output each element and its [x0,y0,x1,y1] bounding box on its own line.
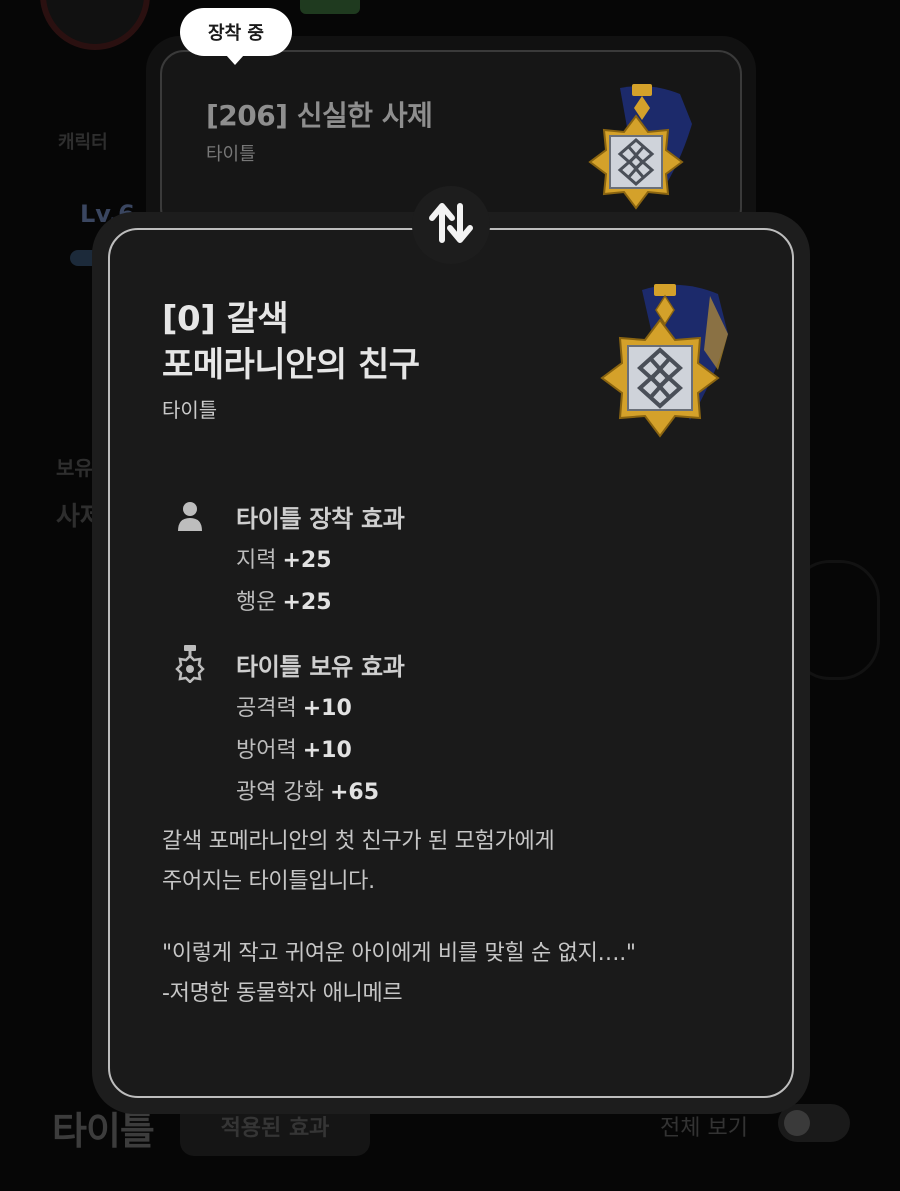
status-bar-fragment [300,0,360,14]
title-name: [0] 갈색 포메라니안의 친구 [162,299,420,385]
title-detail-inner: [0] 갈색 포메라니안의 친구 타이틀 타이틀 장착 효과 지력 +25 행운… [108,228,794,1098]
medal-icon [600,280,730,444]
stat-value: +65 [329,780,380,805]
title-quote: "이렇게 작고 귀여운 아이에게 비를 맞힐 순 없지…." -저명한 동물학자… [162,941,636,1006]
stat-row: 지력 +25 [236,546,405,576]
stat-value: +25 [282,548,332,573]
view-all-label: 전체 보기 [660,1116,748,1141]
view-all-toggle[interactable] [778,1104,850,1142]
equip-effect-label: 타이틀 장착 효과 [236,504,405,533]
stat-name: 공격력 [236,696,297,721]
avatar [40,0,150,50]
title-type: 타이틀 [162,398,218,422]
equipped-title-type: 타이틀 [206,144,256,165]
swap-arrows-icon [424,196,478,254]
title-description: 갈색 포메라니안의 첫 친구가 된 모험가에게 주어지는 타이틀입니다. [162,829,555,894]
stat-row: 공격력 +10 [236,694,405,724]
stat-value: +10 [302,738,352,763]
medal-icon [580,84,700,218]
title-detail-card: [0] 갈색 포메라니안의 친구 타이틀 타이틀 장착 효과 지력 +25 행운… [92,212,810,1114]
equipped-badge: 장착 중 [180,8,292,65]
equip-effect-section: 타이틀 장착 효과 지력 +25 행운 +25 [172,498,405,618]
swap-button[interactable] [412,186,490,264]
toggle-knob [784,1110,810,1136]
stat-value: +10 [302,696,352,721]
stat-row: 방어력 +10 [236,736,405,766]
own-effect-section: 타이틀 보유 효과 공격력 +10 방어력 +10 광역 강화 +65 [172,645,405,808]
stat-name: 방어력 [236,738,297,763]
own-effect-label: 타이틀 보유 효과 [236,652,405,681]
medal-gear-icon [172,645,208,683]
stat-name: 행운 [236,590,277,615]
stat-name: 지력 [236,548,277,573]
character-label: 캐릭터 [58,132,108,153]
equipped-title-name: [206] 신실한 사제 [206,99,433,132]
person-icon [172,498,208,534]
stat-name: 광역 강화 [236,780,324,805]
side-label-a: 보유 [56,456,93,480]
stat-row: 광역 강화 +65 [236,778,405,808]
stat-row: 행운 +25 [236,588,405,618]
stat-value: +25 [282,590,332,615]
